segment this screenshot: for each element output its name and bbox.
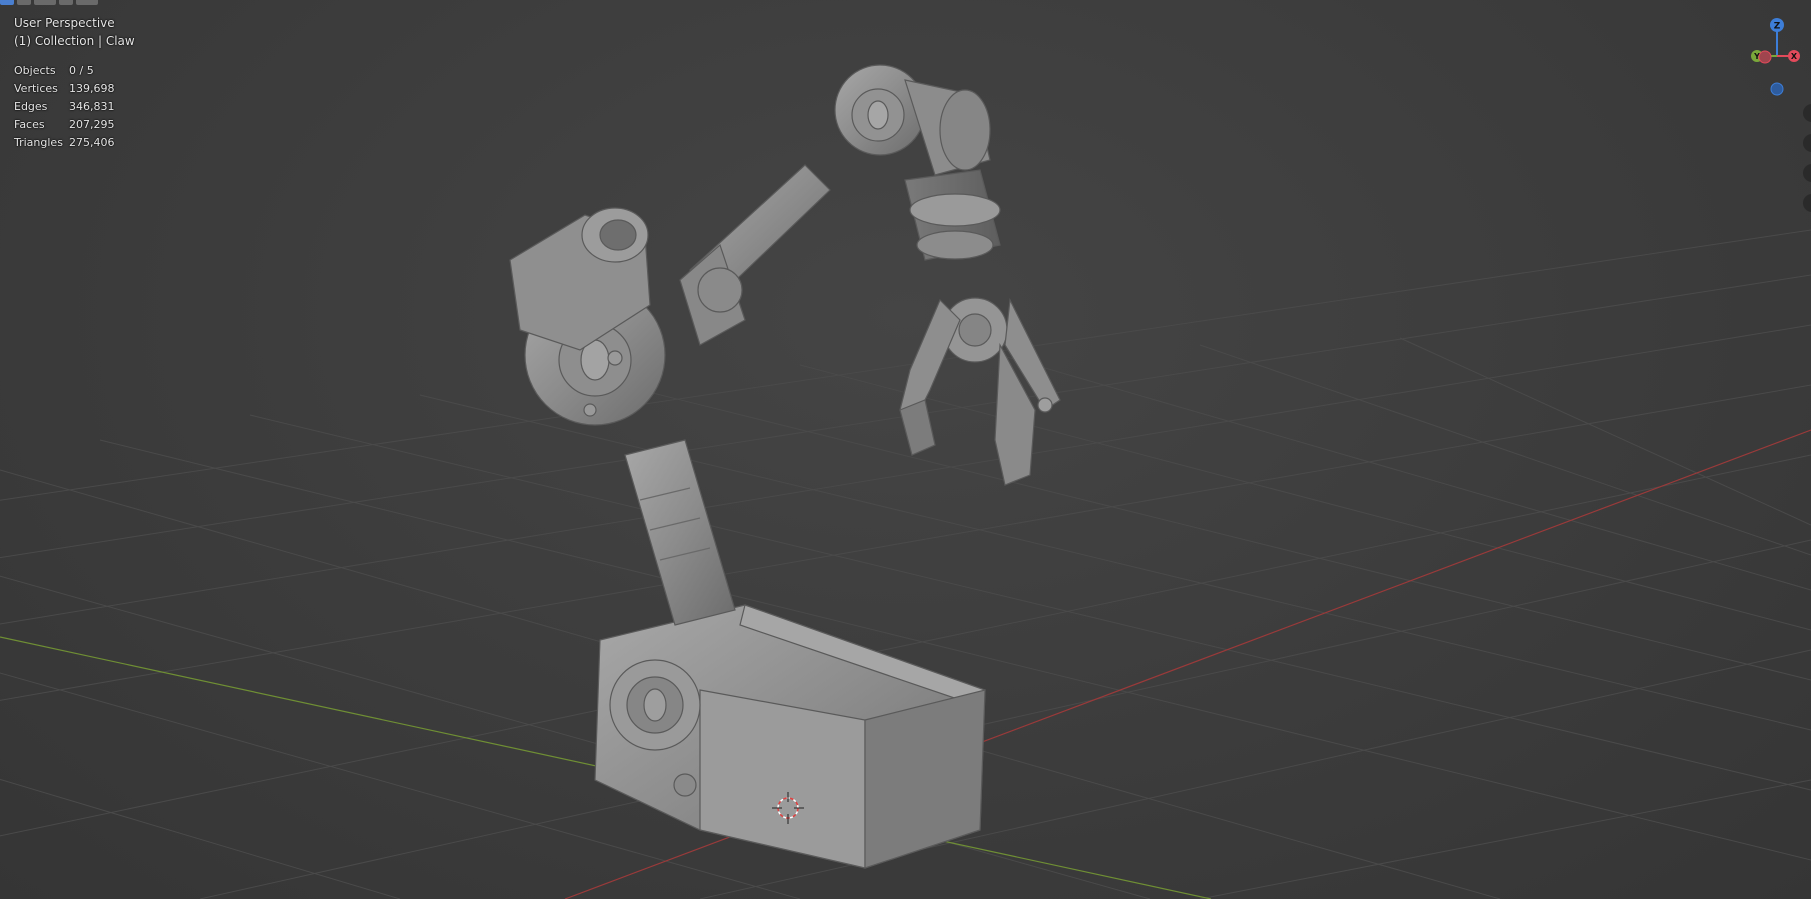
stat-value: 207,295: [69, 117, 115, 131]
stat-row: Faces 207,295: [14, 115, 115, 133]
stat-value: 346,831: [69, 99, 115, 113]
scene[interactable]: [0, 0, 1811, 899]
navigation-gizmo[interactable]: Z Y X: [1751, 14, 1811, 104]
stat-label: Objects: [14, 63, 56, 77]
stat-label: Triangles: [14, 135, 63, 149]
workspace-tab[interactable]: [59, 0, 73, 5]
workspace-tab[interactable]: [34, 0, 56, 5]
stat-label: Vertices: [14, 81, 58, 95]
gizmo-neg-x-axis[interactable]: [1758, 50, 1772, 64]
workspace-tab[interactable]: [76, 0, 98, 5]
stat-row: Triangles 275,406: [14, 133, 115, 151]
scene-statistics: Objects 0 / 5 Vertices 139,698 Edges 346…: [14, 61, 115, 151]
stat-value: 275,406: [69, 135, 115, 149]
workspace-tab[interactable]: [0, 0, 14, 5]
gizmo-x-label: X: [1791, 52, 1798, 61]
gizmo-neg-z-axis[interactable]: [1770, 82, 1784, 96]
view-name: User Perspective: [14, 16, 115, 30]
stat-value: 0 / 5: [69, 63, 94, 77]
claw-model[interactable]: [509, 64, 1061, 869]
gizmo-z-label: Z: [1774, 22, 1781, 32]
stat-row: Edges 346,831: [14, 97, 115, 115]
collection-label: (1) Collection | Claw: [14, 34, 135, 48]
workspace-tabs: [0, 0, 98, 6]
stat-row: Vertices 139,698: [14, 79, 115, 97]
stat-label: Edges: [14, 99, 48, 113]
lower-arm: [624, 439, 736, 626]
3d-viewport[interactable]: User Perspective (1) Collection | Claw O…: [0, 0, 1811, 899]
stat-label: Faces: [14, 117, 45, 131]
workspace-tab[interactable]: [17, 0, 31, 5]
stat-value: 139,698: [69, 81, 115, 95]
stat-row: Objects 0 / 5: [14, 61, 115, 79]
gripper-finger-left: [899, 298, 961, 421]
